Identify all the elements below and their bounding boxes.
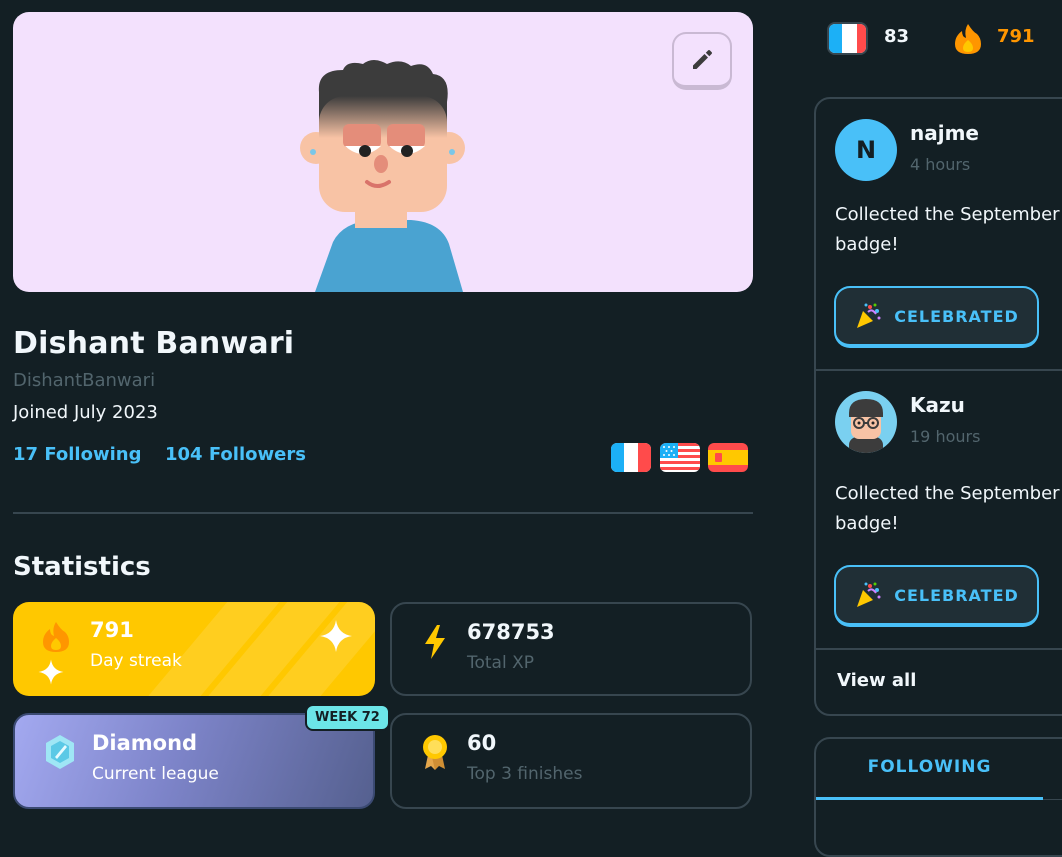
avatar[interactable] [835, 391, 897, 453]
tab-following[interactable]: FOLLOWING [816, 757, 1043, 777]
xp-stat-card: 678753 Total XP [390, 602, 752, 696]
joined-date: Joined July 2023 [13, 402, 158, 423]
top3-label: Top 3 finishes [467, 764, 583, 784]
streak-stat-card: 791 Day streak [13, 602, 375, 696]
flag-usa-icon[interactable] [660, 443, 700, 472]
league-label: Current league [92, 764, 219, 784]
sparkle-icon [38, 659, 64, 685]
feed-user-name[interactable]: najme [910, 121, 979, 145]
flag-france-icon[interactable] [611, 443, 651, 472]
feed-text: Collected the September badge! [835, 483, 1060, 534]
feed-time: 19 hours [910, 427, 981, 446]
feed-time: 4 hours [910, 155, 971, 174]
fire-icon[interactable] [953, 21, 983, 57]
league-value: Diamond [92, 731, 198, 755]
party-popper-icon [857, 303, 881, 328]
pencil-icon [693, 49, 712, 69]
view-all-link[interactable]: View all [837, 670, 916, 691]
xp-value: 678753 [467, 620, 555, 644]
course-count: 83 [884, 26, 910, 47]
tab-active-indicator [816, 797, 1043, 800]
avatar-illustration [849, 399, 883, 453]
streak-label: Day streak [90, 651, 182, 671]
celebrated-button[interactable]: CELEBRATED [834, 286, 1039, 348]
profile-name: Dishant Banwari [13, 326, 295, 361]
celebrated-label: CELEBRATED [894, 585, 1019, 605]
streak-value: 791 [90, 618, 134, 642]
followers-link[interactable]: 104 Followers [165, 444, 306, 465]
party-popper-icon [857, 582, 881, 607]
diamond-league-icon [46, 735, 74, 769]
celebrated-label: CELEBRATED [894, 306, 1019, 326]
avatar[interactable]: N [835, 119, 897, 181]
statistics-heading: Statistics [13, 552, 151, 582]
celebrated-button[interactable]: CELEBRATED [834, 565, 1039, 627]
avatar-illustration [300, 60, 465, 292]
medal-icon [423, 735, 447, 770]
flag-france-icon[interactable] [827, 22, 868, 55]
divider [13, 512, 753, 514]
streak-count: 791 [997, 26, 1035, 47]
sparkle-icon [320, 620, 352, 652]
profile-username: DishantBanwari [13, 370, 156, 391]
edit-profile-button[interactable] [672, 32, 732, 90]
profile-banner [13, 12, 753, 292]
feed-text: Collected the September badge! [835, 204, 1060, 255]
lightning-icon [425, 625, 445, 659]
fire-icon [43, 622, 69, 652]
following-link[interactable]: 17 Following [13, 444, 141, 465]
feed-user-name[interactable]: Kazu [910, 393, 965, 417]
week-badge: WEEK 72 [305, 704, 390, 731]
top3-value: 60 [467, 731, 497, 755]
xp-label: Total XP [467, 653, 535, 673]
top3-stat-card: 60 Top 3 finishes [390, 713, 752, 809]
divider [816, 369, 1062, 371]
divider [816, 648, 1062, 650]
flag-spain-icon[interactable] [708, 443, 748, 472]
